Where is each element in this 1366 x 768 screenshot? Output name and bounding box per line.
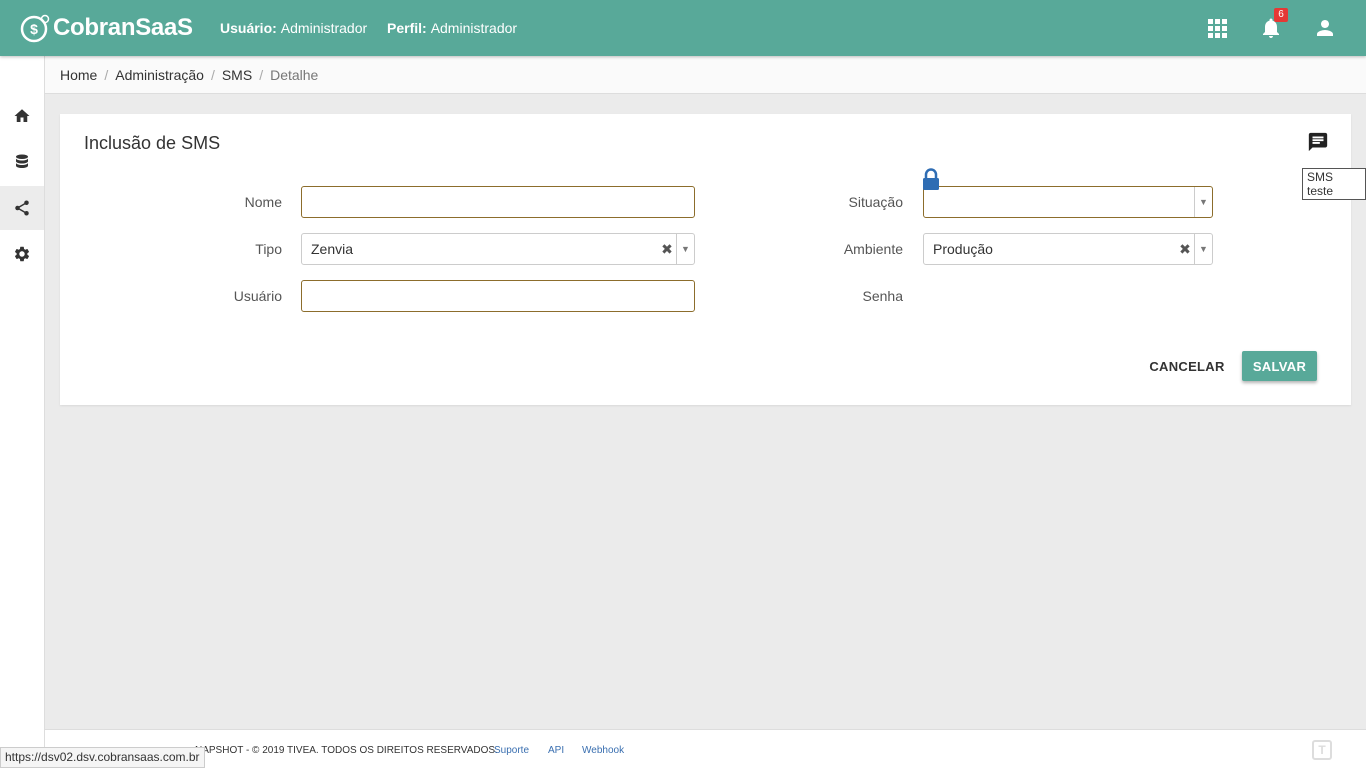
breadcrumb-separator: / bbox=[104, 66, 109, 83]
user-value: Administrador bbox=[280, 20, 368, 36]
message-icon[interactable] bbox=[1307, 131, 1329, 153]
page-title: Inclusão de SMS bbox=[84, 133, 221, 153]
lock-icon[interactable] bbox=[921, 168, 941, 190]
profile-value: Administrador bbox=[430, 20, 518, 36]
breadcrumb-administracao[interactable]: Administração bbox=[115, 67, 204, 83]
footer: NAPSHOT - © 2019 TIVEA. TODOS OS DIREITO… bbox=[45, 729, 1366, 768]
profile-info: Perfil: Administrador bbox=[387, 20, 517, 36]
database-icon bbox=[16, 154, 28, 168]
breadcrumb-separator: / bbox=[259, 66, 264, 83]
breadcrumb: Home / Administração / SMS / Detalhe bbox=[45, 56, 1366, 94]
sidebar-item-database[interactable] bbox=[0, 140, 44, 184]
user-account-icon[interactable] bbox=[1313, 16, 1337, 40]
home-icon bbox=[14, 109, 30, 122]
ambiente-value: Produção bbox=[933, 241, 993, 257]
share-icon bbox=[15, 200, 29, 216]
copyright-text: NAPSHOT - © 2019 TIVEA. TODOS OS DIREITO… bbox=[195, 745, 498, 756]
tipo-label: Tipo bbox=[255, 241, 282, 257]
ambiente-select[interactable]: Produção ✖ ▼ bbox=[923, 233, 1213, 265]
dropdown-arrow-icon[interactable]: ▼ bbox=[1194, 234, 1212, 264]
profile-label: Perfil: bbox=[387, 20, 427, 36]
logo[interactable]: $ CobranSaaS bbox=[20, 11, 193, 45]
clear-icon[interactable]: ✖ bbox=[1176, 241, 1194, 258]
dropdown-arrow-icon[interactable]: ▼ bbox=[1194, 187, 1212, 217]
sms-form-card: Inclusão de SMS Nome Tipo Zenvia ✖ ▼ Usu… bbox=[60, 114, 1351, 405]
situacao-label: Situação bbox=[848, 194, 903, 210]
situacao-select[interactable]: ▼ bbox=[923, 186, 1213, 218]
nome-label: Nome bbox=[244, 194, 282, 210]
breadcrumb-sms[interactable]: SMS bbox=[222, 67, 252, 83]
tipo-value: Zenvia bbox=[311, 241, 354, 257]
footer-link-webhook[interactable]: Webhook bbox=[582, 745, 624, 756]
sidebar bbox=[0, 56, 45, 768]
tipo-select[interactable]: Zenvia ✖ ▼ bbox=[301, 233, 695, 265]
breadcrumb-separator: / bbox=[210, 66, 215, 83]
footer-link-api[interactable]: API bbox=[548, 745, 564, 756]
sidebar-item-settings[interactable] bbox=[0, 232, 44, 276]
sidebar-item-home[interactable] bbox=[0, 94, 44, 138]
breadcrumb-home[interactable]: Home bbox=[60, 67, 97, 83]
logo-text: CobranSaaS bbox=[53, 14, 193, 41]
clear-icon[interactable]: ✖ bbox=[658, 241, 676, 258]
logo-icon: $ bbox=[20, 14, 50, 43]
user-info: Usuário: Administrador bbox=[220, 20, 367, 36]
notification-badge: 6 bbox=[1274, 8, 1288, 22]
apps-grid-icon[interactable] bbox=[1205, 16, 1229, 40]
footer-logo: T bbox=[1312, 740, 1332, 760]
dropdown-arrow-icon[interactable]: ▼ bbox=[676, 234, 694, 264]
cancel-button[interactable]: CANCELAR bbox=[1144, 351, 1230, 381]
gear-icon bbox=[14, 246, 30, 262]
user-label: Usuário: bbox=[220, 20, 277, 36]
sidebar-item-share[interactable] bbox=[0, 186, 44, 230]
breadcrumb-current: Detalhe bbox=[270, 66, 319, 83]
top-bar: $ CobranSaaS Usuário: Administrador Perf… bbox=[0, 0, 1366, 56]
usuario-input[interactable] bbox=[301, 280, 695, 312]
ambiente-label: Ambiente bbox=[843, 241, 903, 257]
status-bar-url: https://dsv02.dsv.cobransaas.com.br bbox=[0, 747, 205, 768]
nome-input[interactable] bbox=[301, 186, 695, 218]
footer-link-suporte[interactable]: Suporte bbox=[494, 745, 529, 756]
senha-label: Senha bbox=[862, 288, 903, 304]
usuario-label: Usuário bbox=[233, 288, 282, 304]
save-button[interactable]: SALVAR bbox=[1242, 351, 1317, 381]
svg-text:$: $ bbox=[30, 21, 38, 37]
tooltip: SMS teste bbox=[1302, 168, 1366, 200]
